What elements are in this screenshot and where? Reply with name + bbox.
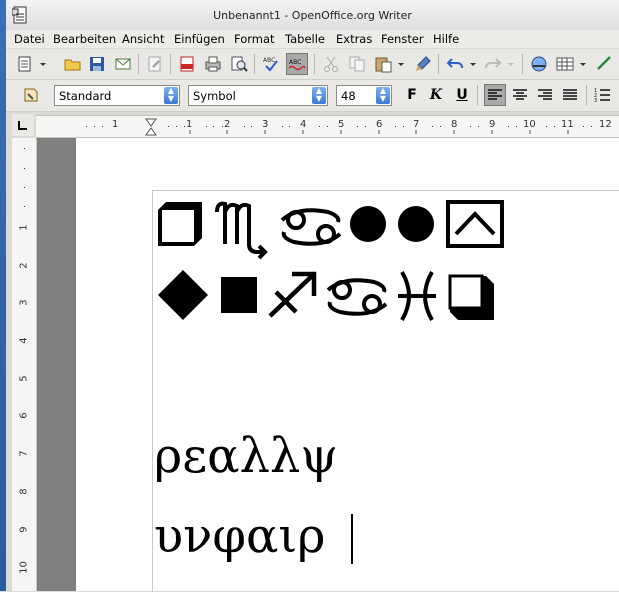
chevron-down-icon[interactable] [38, 53, 48, 75]
copy-icon[interactable] [346, 53, 368, 75]
align-left-icon[interactable] [484, 84, 506, 106]
edit-file-icon[interactable] [144, 53, 166, 75]
svg-text:ABC: ABC [263, 57, 275, 64]
toolbar-separator [438, 54, 439, 74]
chevron-down-icon[interactable] [506, 53, 516, 75]
sagittarius-glyph [266, 270, 318, 323]
ruler-number: 1 [186, 119, 193, 130]
toolbar-separator [138, 54, 139, 74]
email-icon[interactable] [112, 53, 134, 75]
cancer-glyph [324, 274, 390, 323]
menu-extras[interactable]: Extras [336, 32, 372, 46]
ruler-number: 10 [523, 119, 536, 130]
numbering-icon[interactable]: 123 [592, 84, 614, 106]
toolbar-separator [254, 54, 255, 74]
paste-icon[interactable] [372, 53, 394, 75]
page-margin-background [37, 138, 76, 591]
menu-tabelle[interactable]: Tabelle [285, 32, 325, 46]
filled-square-glyph [219, 275, 259, 318]
toolbar-separator [586, 85, 587, 105]
ruler-number: 3 [262, 119, 269, 130]
redo-icon[interactable] [482, 53, 504, 75]
styles-formatting-icon[interactable] [20, 84, 42, 106]
svg-text:3: 3 [594, 98, 597, 104]
toolbar-separator [522, 54, 523, 74]
text-cursor [351, 514, 353, 564]
menu-ansicht[interactable]: Ansicht [122, 32, 164, 46]
toolbar-separator [477, 85, 478, 105]
horizontal-ruler[interactable]: 1 1 2 3 4 5 6 7 8 9 10 11 12 [36, 115, 619, 138]
autospellcheck-icon[interactable]: ABC [286, 53, 308, 75]
paragraph-style-value: Standard [59, 89, 112, 103]
ruler-number: 4 [300, 119, 307, 130]
scorpio-glyph [213, 198, 271, 263]
spin-arrows-icon[interactable]: ▲ ▼ [164, 87, 178, 104]
menu-hilfe[interactable]: Hilfe [433, 32, 459, 46]
italic-button[interactable]: K [426, 87, 446, 103]
filled-circle-glyph [396, 204, 436, 247]
ruler-number: 7 [413, 119, 420, 130]
tab-stop-selector[interactable] [12, 114, 34, 136]
paragraph-style-select[interactable]: Standard ▲ ▼ [54, 85, 180, 106]
filled-diamond-glyph [156, 268, 210, 325]
title-bar: Unbenannt1 - OpenOffice.org Writer [6, 0, 619, 31]
menu-format[interactable]: Format [234, 32, 275, 46]
formatting-toolbar: Standard ▲ ▼ Symbol ▲ ▼ 48 ▲ ▼ F K U 123 [6, 80, 619, 112]
print-icon[interactable] [202, 53, 224, 75]
spin-arrows-icon[interactable]: ▲ ▼ [376, 87, 390, 104]
new-document-icon[interactable] [14, 53, 36, 75]
menu-datei[interactable]: Datei [14, 32, 45, 46]
pisces-glyph [396, 270, 438, 325]
page-preview-icon[interactable] [228, 53, 250, 75]
vertical-ruler[interactable]: 1 2 3 4 5 6 7 8 9 10 [12, 138, 37, 591]
ruler-number: 9 [489, 119, 496, 130]
underline-button[interactable]: U [452, 87, 472, 103]
bold-button[interactable]: F [402, 87, 422, 103]
chevron-down-icon[interactable] [396, 53, 406, 75]
menu-bar: Datei Bearbeiten Ansicht Einfügen Format… [6, 30, 619, 48]
toolbar-separator [170, 54, 171, 74]
window-title: Unbenannt1 - OpenOffice.org Writer [213, 9, 412, 22]
chevron-down-icon[interactable] [578, 53, 588, 75]
ruler-number: 5 [338, 119, 345, 130]
ruler-number: 2 [224, 119, 231, 130]
table-icon[interactable] [554, 53, 576, 75]
menu-fenster[interactable]: Fenster [381, 32, 424, 46]
ruler-number: 1 [112, 119, 119, 130]
ruler-number: 11 [561, 119, 574, 130]
shadowed-square-glyph [446, 272, 496, 325]
justify-icon[interactable] [559, 84, 581, 106]
svg-text:ABC: ABC [289, 59, 301, 66]
font-size-select[interactable]: 48 ▲ ▼ [336, 85, 392, 106]
ruler-number: 6 [376, 119, 383, 130]
up-arrowhead-box-glyph [446, 200, 504, 253]
font-size-value: 48 [341, 89, 356, 103]
cut-icon[interactable] [320, 53, 342, 75]
align-right-icon[interactable] [534, 84, 556, 106]
ruler-number: 12 [599, 119, 612, 130]
filled-circle-glyph [349, 204, 389, 247]
greek-text-line-2: υνφαιρ [154, 508, 326, 564]
align-center-icon[interactable] [509, 84, 531, 106]
cancer-glyph [278, 204, 344, 253]
font-name-value: Symbol [193, 89, 236, 103]
chevron-down-icon[interactable] [468, 53, 478, 75]
shadowed-square-glyph [156, 200, 206, 253]
ruler-number: 8 [451, 119, 458, 130]
font-name-select[interactable]: Symbol ▲ ▼ [188, 85, 328, 106]
spin-arrows-icon[interactable]: ▲ ▼ [312, 87, 326, 104]
hyperlink-icon[interactable] [528, 53, 550, 75]
menu-einfuegen[interactable]: Einfügen [174, 32, 225, 46]
greek-text-line-1: ρεαλλψ [154, 428, 338, 484]
spellcheck-icon[interactable]: ABC [260, 53, 282, 75]
export-pdf-icon[interactable] [176, 53, 198, 75]
save-icon[interactable] [86, 53, 108, 75]
undo-icon[interactable] [444, 53, 466, 75]
menu-bearbeiten[interactable]: Bearbeiten [53, 32, 116, 46]
open-folder-icon[interactable] [62, 53, 84, 75]
format-paintbrush-icon[interactable] [412, 53, 434, 75]
standard-toolbar: ABC ABC [6, 49, 619, 80]
toolbar-separator [314, 54, 315, 74]
draw-functions-icon[interactable] [594, 53, 616, 75]
